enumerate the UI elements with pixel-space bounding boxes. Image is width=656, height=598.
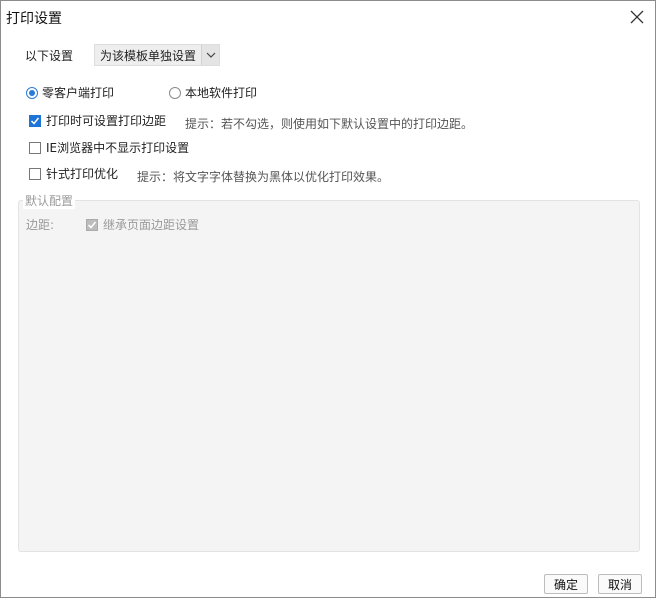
- scope-select-value: 为该模板单独设置: [100, 48, 197, 63]
- checkbox-ie-hide-label: IE浏览器中不显示打印设置: [46, 141, 190, 155]
- default-config-group: [18, 200, 640, 552]
- radio-zero-client-indicator[interactable]: [26, 86, 38, 99]
- radio-zero-client-label: 零客户端打印: [42, 86, 115, 100]
- radio-local-software-indicator[interactable]: [169, 86, 181, 99]
- cancel-button[interactable]: 取消: [598, 574, 642, 594]
- checkmark-icon: [30, 117, 40, 125]
- scope-label: 以下设置: [25, 49, 74, 63]
- dialog-title: 打印设置: [6, 11, 62, 27]
- close-button[interactable]: [627, 7, 647, 27]
- checkbox-inherit-margin[interactable]: 继承页面边距设置: [86, 216, 199, 233]
- radio-local-software-label: 本地软件打印: [185, 86, 258, 100]
- chevron-down-icon: [201, 45, 219, 65]
- checkbox-dot-matrix[interactable]: 针式打印优化: [29, 165, 118, 182]
- checkmark-icon: [87, 221, 97, 229]
- checkbox-dot-matrix-box[interactable]: [29, 167, 41, 180]
- checkbox-dot-matrix-label: 针式打印优化: [46, 167, 119, 181]
- checkbox-ie-hide-box[interactable]: [29, 141, 41, 154]
- close-icon: [630, 10, 644, 24]
- ok-button[interactable]: 确定: [544, 574, 588, 594]
- default-config-title: 默认配置: [23, 192, 76, 209]
- checkbox-inherit-margin-label: 继承页面边距设置: [103, 218, 200, 232]
- checkbox-ie-hide[interactable]: IE浏览器中不显示打印设置: [29, 139, 189, 156]
- print-settings-dialog: 打印设置 以下设置 为该模板单独设置 零客户端打印 本地软件打印 打印时可设置打…: [0, 0, 656, 598]
- radio-zero-client[interactable]: 零客户端打印: [26, 84, 114, 101]
- dot-matrix-hint: 提示：将文字字体替换为黑体以优化打印效果。: [137, 170, 390, 184]
- scope-select[interactable]: 为该模板单独设置: [94, 44, 220, 66]
- set-margin-hint: 提示：若不勾选，则使用如下默认设置中的打印边距。: [185, 117, 474, 131]
- radio-local-software[interactable]: 本地软件打印: [169, 84, 257, 101]
- checkbox-set-margin[interactable]: 打印时可设置打印边距: [29, 112, 166, 129]
- title-bar: 打印设置: [1, 1, 655, 33]
- margin-label: 边距:: [26, 218, 55, 232]
- checkbox-set-margin-label: 打印时可设置打印边距: [46, 114, 167, 128]
- checkbox-inherit-margin-box[interactable]: [86, 218, 98, 231]
- checkbox-set-margin-box[interactable]: [29, 114, 41, 127]
